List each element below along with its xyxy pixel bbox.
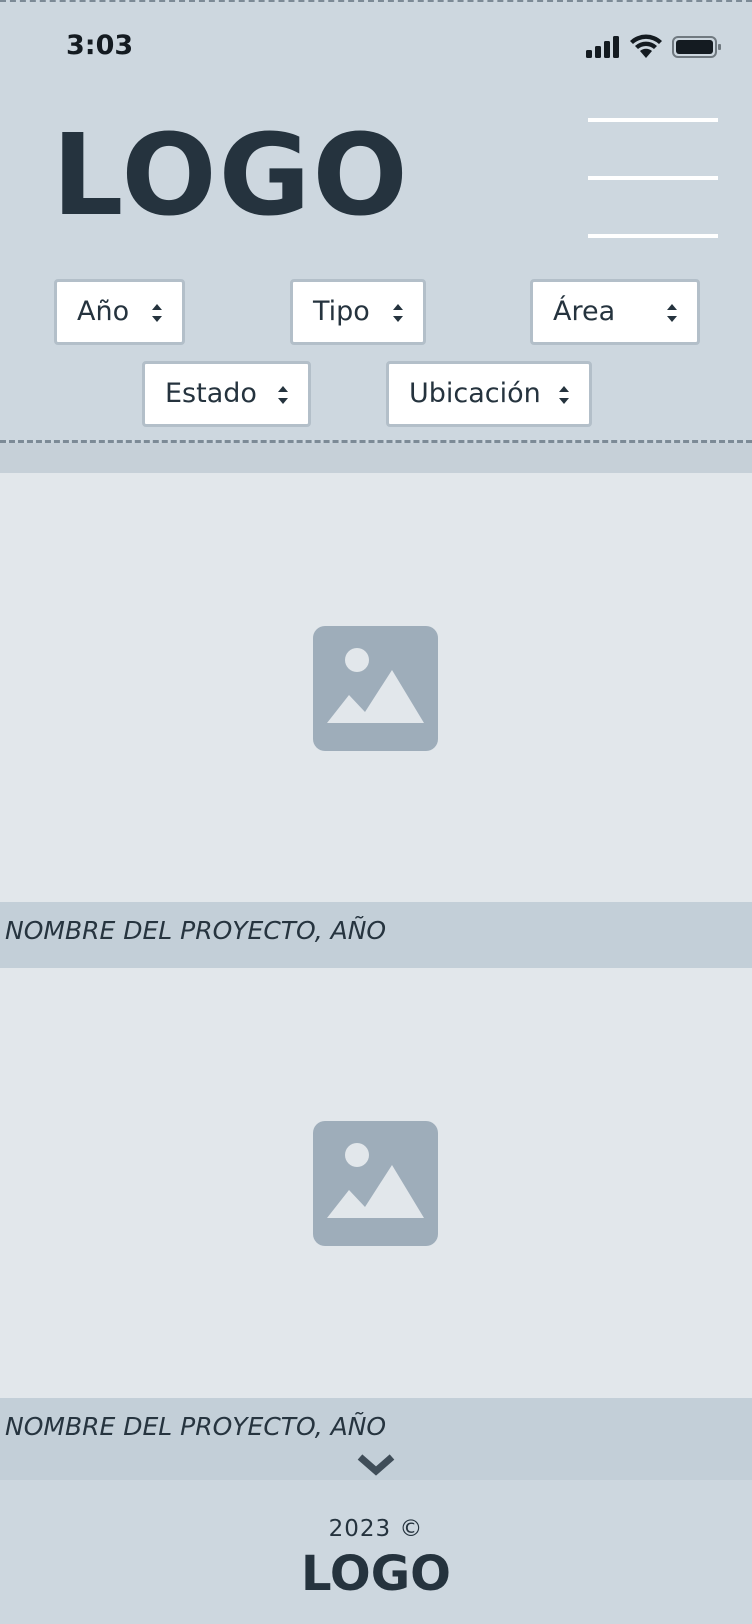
sort-arrows-icon	[559, 386, 569, 404]
filter-location-select[interactable]: Ubicación	[386, 361, 592, 427]
sort-arrows-icon	[667, 304, 677, 322]
section-strip	[0, 443, 752, 473]
hamburger-menu-icon[interactable]	[586, 118, 720, 244]
header-logo[interactable]: LOGO	[52, 120, 410, 232]
filter-year-label: Año	[77, 296, 130, 327]
footer: 2023 © LOGO	[0, 1480, 752, 1624]
sort-arrows-icon	[152, 304, 162, 322]
project-image[interactable]	[0, 968, 752, 1398]
image-placeholder-icon	[313, 1121, 438, 1246]
chevron-down-icon[interactable]	[357, 1452, 395, 1478]
signal-icon	[586, 36, 619, 58]
filter-location-label: Ubicación	[409, 378, 541, 409]
project-image[interactable]	[0, 473, 752, 902]
filter-year-select[interactable]: Año	[54, 279, 185, 345]
project-caption[interactable]: NOMBRE DEL PROYECTO, AÑO	[0, 902, 752, 968]
wifi-icon	[630, 34, 662, 58]
filter-status-select[interactable]: Estado	[142, 361, 311, 427]
status-time: 3:03	[66, 30, 134, 61]
sort-arrows-icon	[278, 386, 288, 404]
filter-area-label: Área	[553, 296, 616, 327]
image-placeholder-icon	[313, 626, 438, 751]
filter-type-label: Tipo	[313, 296, 370, 327]
copyright-text: 2023 ©	[328, 1516, 424, 1542]
header: 3:03 LOGO Año Tipo Área Estado Ubicación	[0, 0, 752, 443]
filter-status-label: Estado	[165, 378, 257, 409]
battery-icon	[672, 36, 721, 58]
filter-area-select[interactable]: Área	[530, 279, 700, 345]
sort-arrows-icon	[393, 304, 403, 322]
filter-type-select[interactable]: Tipo	[290, 279, 426, 345]
footer-logo[interactable]: LOGO	[0, 1546, 752, 1602]
status-icons	[586, 34, 721, 58]
